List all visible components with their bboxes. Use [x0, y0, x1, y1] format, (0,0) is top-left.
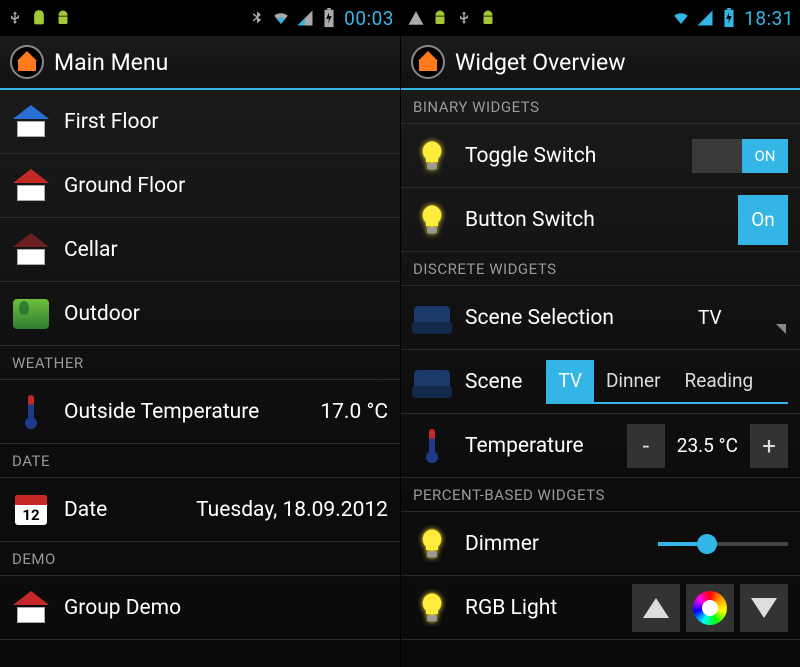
- demo-row[interactable]: Group Demo: [0, 576, 400, 640]
- signal-icon: [696, 9, 714, 27]
- date-value: Tuesday, 18.09.2012: [196, 498, 388, 522]
- bulb-on-icon: [413, 589, 451, 627]
- action-bar-left: Main Menu: [0, 36, 400, 90]
- widget-list: BINARY WIDGETS Toggle Switch ON Button S…: [401, 90, 800, 667]
- weather-value: 17.0 °C: [320, 400, 388, 424]
- room-item-outdoor[interactable]: Outdoor: [0, 282, 400, 346]
- app-icon: [10, 45, 44, 79]
- sofa-icon: [413, 363, 451, 401]
- room-label: Cellar: [64, 238, 388, 262]
- color-wheel-icon: [693, 591, 727, 625]
- scene-label: Scene: [465, 370, 522, 394]
- scene-selection-label: Scene Selection: [465, 306, 674, 330]
- dimmer-slider[interactable]: [658, 529, 788, 559]
- android-debug-icon: [30, 9, 48, 27]
- temperature-stepper: - 23.5 °C +: [627, 424, 788, 468]
- page-title: Widget Overview: [455, 49, 626, 76]
- rgb-label: RGB Light: [465, 596, 618, 620]
- wifi-icon: [272, 9, 290, 27]
- dimmer-label: Dimmer: [465, 532, 644, 556]
- status-bar-left: 00:03: [0, 0, 400, 36]
- toggle-switch[interactable]: ON: [692, 139, 788, 173]
- bulb-on-icon: [413, 201, 451, 239]
- date-label: Date: [64, 498, 182, 522]
- room-item-ground-floor[interactable]: Ground Floor: [0, 154, 400, 218]
- main-menu-list: First Floor Ground Floor Cellar Outdoor …: [0, 90, 400, 667]
- app-icon: [411, 45, 445, 79]
- right-screen: 18:31 Widget Overview BINARY WIDGETS Tog…: [400, 0, 800, 667]
- sofa-icon: [413, 299, 451, 337]
- triangle-up-icon: [643, 598, 669, 618]
- section-header-weather: WEATHER: [0, 346, 400, 380]
- on-button[interactable]: On: [738, 195, 788, 245]
- scene-option-dinner[interactable]: Dinner: [594, 360, 673, 402]
- wifi-icon: [672, 9, 690, 27]
- floor-icon: [12, 589, 50, 627]
- thermometer-icon: [413, 427, 451, 465]
- room-label: Outdoor: [64, 302, 388, 326]
- section-header-binary: BINARY WIDGETS: [401, 90, 800, 124]
- usb-icon: [455, 9, 473, 27]
- scene-option-tv[interactable]: TV: [546, 360, 594, 402]
- toggle-switch-row: Toggle Switch ON: [401, 124, 800, 188]
- date-row[interactable]: 12 Date Tuesday, 18.09.2012: [0, 478, 400, 542]
- scene-row: Scene TV Dinner Reading: [401, 350, 800, 414]
- room-item-cellar[interactable]: Cellar: [0, 218, 400, 282]
- weather-label: Outside Temperature: [64, 400, 306, 424]
- action-bar-right: Widget Overview: [401, 36, 800, 90]
- signal-icon: [296, 9, 314, 27]
- battery-charging-icon: [720, 9, 738, 27]
- scene-spinner[interactable]: TV: [688, 300, 788, 336]
- bulb-on-icon: [413, 137, 451, 175]
- calendar-icon: 12: [12, 491, 50, 529]
- room-label: First Floor: [64, 110, 388, 134]
- temperature-value: 23.5 °C: [671, 434, 744, 457]
- warning-icon: [407, 9, 425, 27]
- rgb-row: RGB Light: [401, 576, 800, 640]
- bulb-on-icon: [413, 525, 451, 563]
- dimmer-row: Dimmer: [401, 512, 800, 576]
- button-switch-label: Button Switch: [465, 208, 724, 232]
- demo-label: Group Demo: [64, 596, 388, 620]
- room-label: Ground Floor: [64, 174, 388, 198]
- rgb-color-button[interactable]: [686, 584, 734, 632]
- spinner-value: TV: [698, 306, 722, 329]
- weather-row[interactable]: Outside Temperature 17.0 °C: [0, 380, 400, 444]
- temperature-row: Temperature - 23.5 °C +: [401, 414, 800, 478]
- android-icon: [54, 9, 72, 27]
- left-screen: 00:03 Main Menu First Floor Ground Floor…: [0, 0, 400, 667]
- floor-icon: [12, 231, 50, 269]
- section-header-date: DATE: [0, 444, 400, 478]
- android-debug-icon: [431, 9, 449, 27]
- toggle-knob: ON: [742, 139, 788, 173]
- android-icon: [479, 9, 497, 27]
- page-title: Main Menu: [54, 49, 168, 76]
- temp-plus-button[interactable]: +: [750, 424, 788, 468]
- button-switch-row: Button Switch On: [401, 188, 800, 252]
- floor-icon: [12, 103, 50, 141]
- status-bar-right: 18:31: [401, 0, 800, 36]
- section-header-percent: PERCENT-BASED WIDGETS: [401, 478, 800, 512]
- triangle-down-icon: [751, 598, 777, 618]
- section-header-demo: DEMO: [0, 542, 400, 576]
- status-clock: 00:03: [344, 7, 394, 30]
- scene-option-reading[interactable]: Reading: [673, 360, 766, 402]
- rgb-down-button[interactable]: [740, 584, 788, 632]
- temperature-label: Temperature: [465, 434, 613, 458]
- toggle-label: Toggle Switch: [465, 144, 678, 168]
- usb-icon: [6, 9, 24, 27]
- scene-selection-row: Scene Selection TV: [401, 286, 800, 350]
- rgb-up-button[interactable]: [632, 584, 680, 632]
- bluetooth-icon: [248, 9, 266, 27]
- scene-segments: TV Dinner Reading: [546, 360, 788, 404]
- thermometer-icon: [12, 393, 50, 431]
- section-header-discrete: DISCRETE WIDGETS: [401, 252, 800, 286]
- outdoor-icon: [12, 295, 50, 333]
- battery-charging-icon: [320, 9, 338, 27]
- temp-minus-button[interactable]: -: [627, 424, 665, 468]
- floor-icon: [12, 167, 50, 205]
- status-clock: 18:31: [744, 7, 794, 30]
- room-item-first-floor[interactable]: First Floor: [0, 90, 400, 154]
